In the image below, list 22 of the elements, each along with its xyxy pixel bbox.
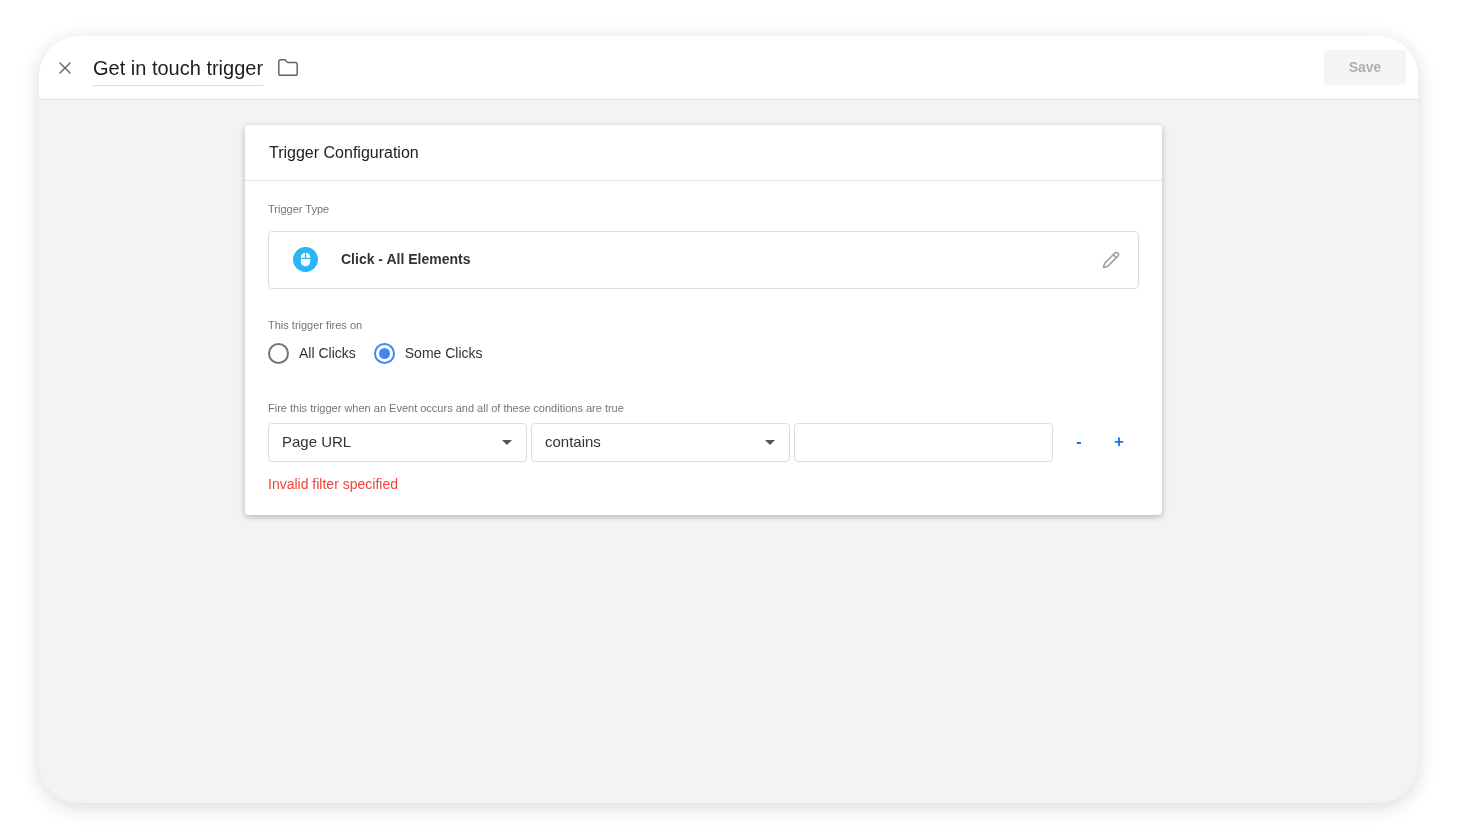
variable-dropdown[interactable]: Page URL xyxy=(268,422,527,462)
radio-option[interactable]: All Clicks xyxy=(268,343,356,364)
folder-icon[interactable] xyxy=(277,56,300,79)
mouse-icon xyxy=(293,247,318,272)
operator-dropdown[interactable]: contains xyxy=(531,422,790,462)
card-title: Trigger Configuration xyxy=(269,142,419,163)
radio-button[interactable] xyxy=(373,343,395,364)
add-condition-button[interactable]: + xyxy=(1107,427,1131,457)
section-label: This trigger fires on xyxy=(268,317,364,333)
error-message: Invalid filter specified xyxy=(268,474,399,494)
edit-icon[interactable] xyxy=(1102,250,1120,269)
trigger-name[interactable]: Get in touch trigger xyxy=(93,53,264,86)
radio-button[interactable] xyxy=(268,343,289,364)
section-label: Fire this trigger when an Event occurs and all of these conditions are true xyxy=(268,401,625,416)
remove-condition-button[interactable]: - xyxy=(1067,427,1091,457)
caret-icon xyxy=(502,439,512,445)
section-label: Trigger Type xyxy=(268,202,331,217)
caret-icon xyxy=(765,439,775,445)
trigger-type-name: Click - All Elements xyxy=(341,250,471,269)
value-input[interactable] xyxy=(794,422,1053,462)
radio-option[interactable]: Some Clicks xyxy=(373,343,483,364)
trigger-type-selector[interactable]: Click - All Elements xyxy=(268,230,1139,289)
